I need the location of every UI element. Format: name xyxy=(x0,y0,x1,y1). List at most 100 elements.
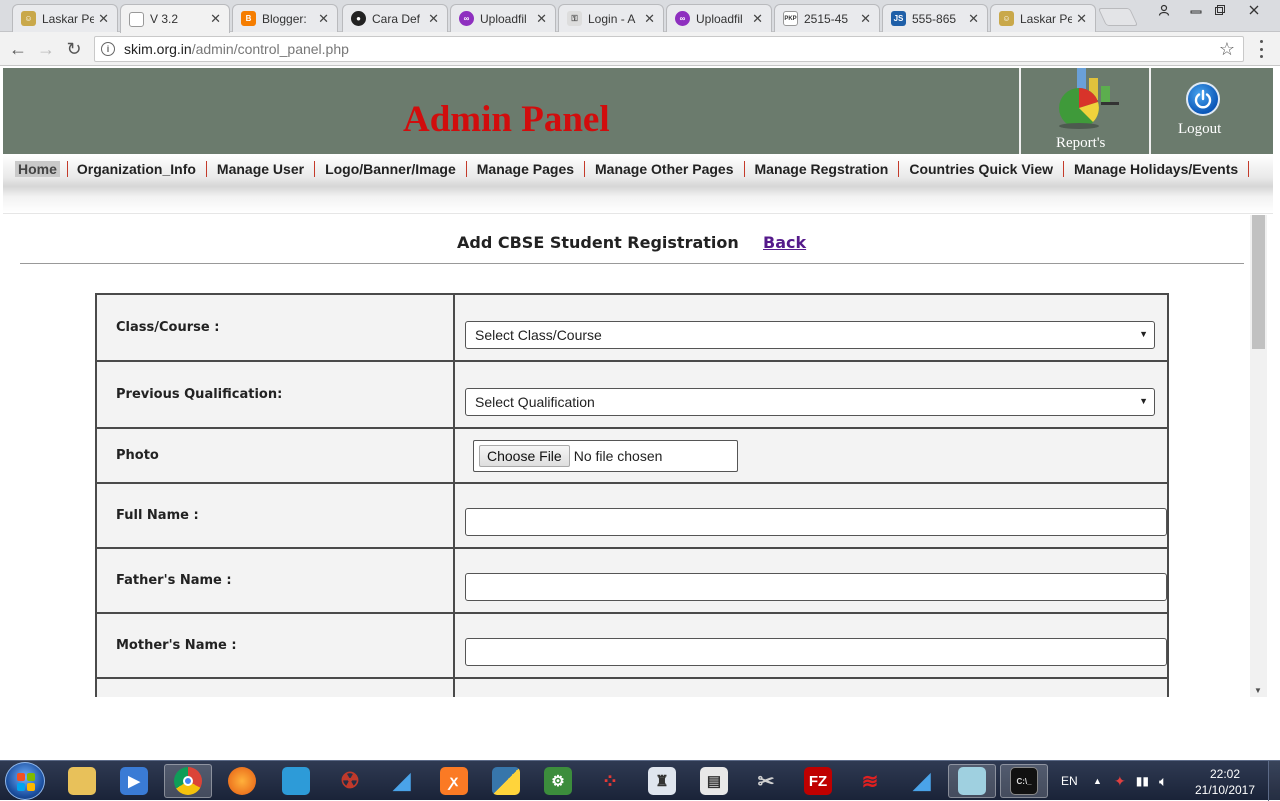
taskbar-app[interactable]: ◢ xyxy=(898,764,946,798)
taskbar-cmd[interactable]: C:\_ xyxy=(1000,764,1048,798)
notepad-icon xyxy=(958,767,986,795)
cmd-icon: C:\_ xyxy=(1010,767,1038,795)
tab-label: Uploadfil xyxy=(480,11,527,26)
browser-tab[interactable]: B Blogger: ✕ xyxy=(232,4,338,32)
form-row: Mother's Name : xyxy=(95,612,1169,679)
tray-expand-icon[interactable]: ▲ xyxy=(1093,761,1102,801)
form-field-cell xyxy=(453,547,1169,614)
show-desktop-button[interactable] xyxy=(1268,761,1280,801)
news-icon: ▤ xyxy=(700,767,728,795)
system-clock[interactable]: 22:02 21/10/2017 xyxy=(1190,766,1260,798)
url-bar[interactable]: i skim.org.in/admin/control_panel.php ☆ xyxy=(94,36,1244,62)
language-indicator[interactable]: EN xyxy=(1061,761,1078,801)
browser-toolbar: ← → ↻ i skim.org.in/admin/control_panel.… xyxy=(0,32,1280,66)
taskbar-app[interactable]: ▤ xyxy=(690,764,738,798)
browser-tab[interactable]: PKP 2515-45 ✕ xyxy=(774,4,880,32)
taskbar-app[interactable]: ◢ xyxy=(378,764,426,798)
close-icon[interactable]: ✕ xyxy=(644,11,655,27)
close-icon[interactable]: ✕ xyxy=(1076,11,1087,27)
user-profile-icon[interactable] xyxy=(1150,0,1178,20)
browser-tab[interactable]: ☺ Laskar Pe ✕ xyxy=(990,4,1096,32)
bookmark-star-icon[interactable]: ☆ xyxy=(1219,39,1235,60)
page-scrollbar[interactable]: ▼ xyxy=(1250,215,1267,697)
nav-manage-holidays-events[interactable]: Manage Holidays/Events xyxy=(1064,161,1250,177)
browser-tab-active[interactable]: V 3.2 ✕ xyxy=(120,4,230,33)
taskbar-explorer[interactable] xyxy=(58,764,106,798)
registration-form: Class/Course : Select Class/Course ▼ Pre… xyxy=(95,293,1169,719)
smiley-icon: ☺ xyxy=(21,11,36,26)
taskbar-app[interactable]: ♜ xyxy=(638,764,686,798)
window-close-icon[interactable] xyxy=(1240,0,1268,20)
clock-time: 22:02 xyxy=(1209,767,1241,781)
reload-icon[interactable]: ↻ xyxy=(62,37,86,61)
taskbar-app[interactable]: ☢ xyxy=(326,764,374,798)
close-icon[interactable]: ✕ xyxy=(318,11,329,27)
back-link[interactable]: Back xyxy=(763,233,806,252)
js-icon: JS xyxy=(891,11,906,26)
nav-manage-pages[interactable]: Manage Pages xyxy=(467,161,586,177)
class-course-select[interactable]: Select Class/Course ▼ xyxy=(465,320,1155,349)
tab-label: 2515-45 xyxy=(804,11,849,26)
form-row: Class/Course : Select Class/Course ▼ xyxy=(95,293,1169,362)
close-icon[interactable]: ✕ xyxy=(210,11,221,27)
taskbar-notepad[interactable] xyxy=(948,764,996,798)
file-status: No file chosen xyxy=(573,447,663,464)
key-icon: ⚿ xyxy=(567,11,582,26)
nav-manage-user[interactable]: Manage User xyxy=(207,161,316,177)
scroll-down-arrow-icon[interactable]: ▼ xyxy=(1254,686,1262,695)
browser-menu-icon[interactable] xyxy=(1256,40,1266,58)
nav-home[interactable]: Home xyxy=(15,161,68,177)
close-icon[interactable]: ✕ xyxy=(968,11,979,27)
start-button[interactable] xyxy=(5,762,45,800)
mothers-name-input[interactable] xyxy=(465,637,1167,666)
taskbar-app[interactable]: ≋ xyxy=(846,764,894,798)
taskbar-filezilla[interactable]: FZ xyxy=(794,764,842,798)
browser-tab[interactable]: ☺ Laskar Pe ✕ xyxy=(12,4,118,32)
tray-icons[interactable]: ✦ ▮▮ 🔈︎ xyxy=(1114,761,1167,801)
close-icon[interactable]: ✕ xyxy=(428,11,439,27)
info-icon[interactable]: i xyxy=(101,42,115,56)
new-tab-button[interactable] xyxy=(1097,8,1139,26)
choose-file-button[interactable]: Choose File xyxy=(479,444,570,467)
browser-tab[interactable]: ● Cara Def ✕ xyxy=(342,4,448,32)
taskbar-app[interactable] xyxy=(272,764,320,798)
taskbar-app[interactable]: ⁘ xyxy=(586,764,634,798)
back-arrow-icon[interactable]: ← xyxy=(6,37,30,61)
nav-logo-banner-image[interactable]: Logo/Banner/Image xyxy=(315,161,467,177)
media-player-icon: ▶ xyxy=(120,767,148,795)
taskbar-firefox[interactable] xyxy=(218,764,266,798)
taskbar-network[interactable]: ⚙ xyxy=(534,764,582,798)
scrollbar-thumb[interactable] xyxy=(1252,215,1265,349)
logout-button[interactable]: Logout xyxy=(1153,68,1273,154)
restore-icon[interactable] xyxy=(1206,0,1234,20)
browser-tab[interactable]: ∞ Uploadfil ✕ xyxy=(666,4,772,32)
close-icon[interactable]: ✕ xyxy=(536,11,547,27)
form-field-cell: Choose File No file chosen xyxy=(453,427,1169,484)
page-title: Admin Panel xyxy=(403,99,610,140)
browser-tab[interactable]: ⚿ Login - A ✕ xyxy=(558,4,664,32)
taskbar-python[interactable] xyxy=(482,764,530,798)
robot-icon: ♜ xyxy=(648,767,676,795)
close-icon[interactable]: ✕ xyxy=(752,11,763,27)
qualification-select[interactable]: Select Qualification ▼ xyxy=(465,387,1155,416)
fathers-name-input[interactable] xyxy=(465,572,1167,601)
nav-manage-registration[interactable]: Manage Regstration xyxy=(745,161,900,177)
form-row: Previous Qualification: Select Qualifica… xyxy=(95,360,1169,429)
nav-manage-other-pages[interactable]: Manage Other Pages xyxy=(585,161,745,177)
photo-file-input[interactable]: Choose File No file chosen xyxy=(473,439,738,472)
browser-tab[interactable]: ∞ Uploadfil ✕ xyxy=(450,4,556,32)
reports-button[interactable]: Report's xyxy=(1023,68,1151,154)
forward-arrow-icon[interactable]: → xyxy=(34,37,58,61)
taskbar-xampp[interactable]: ꭗ xyxy=(430,764,478,798)
full-name-input[interactable] xyxy=(465,507,1167,536)
browser-tab[interactable]: JS 555-865 ✕ xyxy=(882,4,988,32)
dropdown-arrow-icon: ▼ xyxy=(1139,328,1148,339)
nav-countries-quick-view[interactable]: Countries Quick View xyxy=(899,161,1064,177)
taskbar-media-player[interactable]: ▶ xyxy=(110,764,158,798)
taskbar-app[interactable]: ✂ xyxy=(742,764,790,798)
close-icon[interactable]: ✕ xyxy=(860,11,871,27)
taskbar-chrome[interactable] xyxy=(164,764,212,798)
nav-organization-info[interactable]: Organization_Info xyxy=(67,161,207,177)
tab-label: Blogger: xyxy=(262,11,307,26)
close-icon[interactable]: ✕ xyxy=(98,11,109,27)
